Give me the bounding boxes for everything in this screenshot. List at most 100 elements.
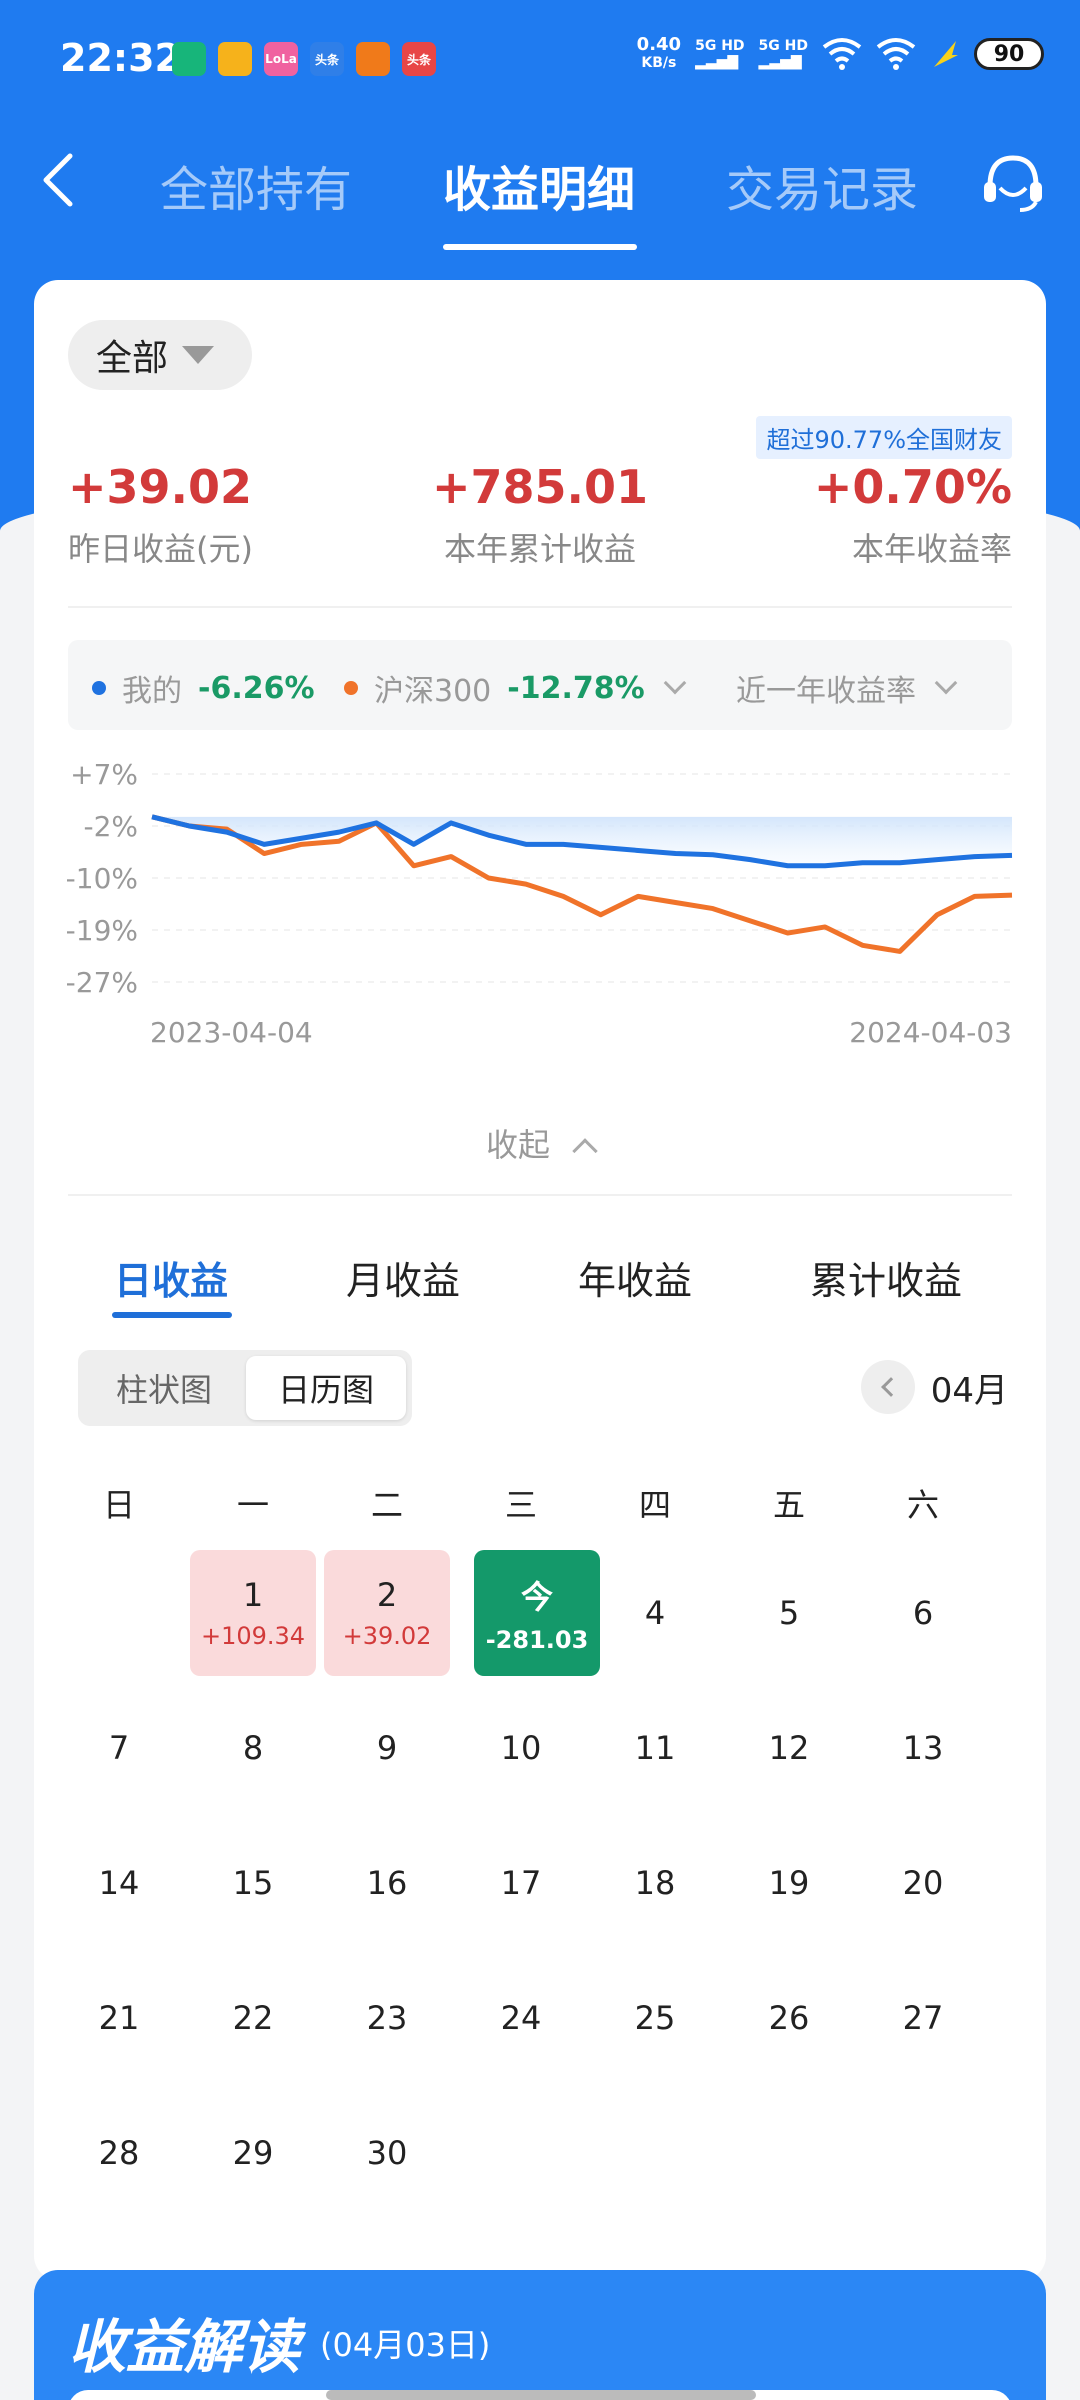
earnings-interpretation-panel: 收益解读 (04月03日): [34, 2270, 1046, 2400]
yesterday-earnings-value: +39.02: [68, 460, 253, 514]
calendar-view-option[interactable]: 日历图: [246, 1356, 406, 1420]
calendar-day[interactable]: 30: [324, 2090, 450, 2216]
calendar-day[interactable]: 14: [56, 1820, 182, 1946]
calendar-day[interactable]: 26: [726, 1955, 852, 2081]
dropdown-triangle-icon: [182, 346, 215, 364]
calendar-day-number: 12: [768, 1729, 810, 1767]
legend-mine-label: 我的: [122, 674, 182, 709]
calendar-day-number: 17: [500, 1864, 542, 1902]
calendar-day-pnl: +109.34: [200, 1622, 306, 1650]
holdings-filter-dropdown[interactable]: 全部: [68, 320, 252, 390]
calendar-day[interactable]: 11: [592, 1685, 718, 1811]
weekday-label: 四: [638, 1486, 671, 1524]
signal-2-bars: ▂▃▅▇: [758, 54, 802, 70]
calendar-day[interactable]: 16: [324, 1820, 450, 1946]
calendar-day[interactable]: 6: [860, 1550, 986, 1676]
customer-service-icon[interactable]: [978, 148, 1048, 218]
calendar-day[interactable]: 13: [860, 1685, 986, 1811]
yesterday-earnings: +39.02 昨日收益(元): [68, 460, 253, 570]
ytd-return-label: 本年收益率: [851, 530, 1012, 568]
chevron-down-icon: [934, 671, 958, 695]
calendar-day[interactable]: 24: [458, 1955, 584, 2081]
tab-all-holdings[interactable]: 全部持有: [160, 150, 352, 220]
calendar-day[interactable]: 28: [56, 2090, 182, 2216]
back-arrow-icon[interactable]: [36, 150, 86, 210]
calendar-day[interactable]: 22: [190, 1955, 316, 2081]
tab-yearly[interactable]: 年收益: [578, 1250, 692, 1305]
collapse-chart-button[interactable]: 收起: [34, 1120, 1046, 1166]
chevron-down-icon: [663, 671, 686, 695]
calendar-day-number: 24: [500, 1999, 542, 2037]
weekday-label: 五: [772, 1486, 805, 1524]
calendar-day[interactable]: 2 +39.02: [324, 1550, 450, 1676]
period-tab-indicator: [112, 1312, 232, 1318]
signal-1-icon: 5G HD ▂▃▅▇: [695, 38, 744, 70]
calendar-day[interactable]: 25: [592, 1955, 718, 2081]
calendar-day[interactable]: 21: [56, 1955, 182, 2081]
filter-label: 全部: [96, 338, 169, 379]
weekday-label: 三: [504, 1486, 537, 1524]
calendar-day[interactable]: 4: [592, 1550, 718, 1676]
calendar-day[interactable]: 29: [190, 2090, 316, 2216]
calendar-day-number: 23: [366, 1999, 408, 2037]
calendar-day[interactable]: 5: [726, 1550, 852, 1676]
calendar-day[interactable]: 1 +109.34: [190, 1550, 316, 1676]
emoji-app-icon: [218, 42, 252, 76]
tab-transactions[interactable]: 交易记录: [726, 150, 918, 220]
bar-view-option[interactable]: 柱状图: [84, 1356, 244, 1420]
interpretation-date: (04月03日): [320, 2326, 491, 2364]
calendar-day-number: 19: [768, 1864, 810, 1902]
calendar-day-pnl: +39.02: [342, 1622, 432, 1650]
tab-monthly[interactable]: 月收益: [346, 1250, 460, 1305]
legend-index-dot: [344, 681, 358, 695]
calendar-day[interactable]: 18: [592, 1820, 718, 1946]
calendar-day-number: 29: [232, 2134, 274, 2172]
weekday-label: 二: [370, 1486, 403, 1524]
range-selector[interactable]: 近一年收益率: [736, 666, 958, 710]
tab-daily[interactable]: 日收益: [114, 1250, 228, 1305]
calendar-day[interactable]: 9: [324, 1685, 450, 1811]
network-speed: 0.40 KB/s: [637, 36, 681, 72]
speed-unit: KB/s: [641, 55, 677, 71]
calendar-day-number: 28: [98, 2134, 140, 2172]
calendar-day[interactable]: 23: [324, 1955, 450, 2081]
charging-icon: [934, 41, 958, 67]
legend-mine: 我的 -6.26%: [92, 666, 315, 710]
home-indicator[interactable]: [326, 2390, 756, 2400]
ranking-badge: 超过90.77%全国财友: [756, 416, 1012, 459]
return-line-chart: +7% -2% -10% -19% -27% 2023-04-04 2024-04-03: [66, 758, 1013, 1049]
calendar-day[interactable]: 8: [190, 1685, 316, 1811]
calendar-day-number: 6: [912, 1594, 934, 1632]
prev-month-button[interactable]: [860, 1360, 915, 1414]
legend-index-label: 沪深300: [374, 674, 492, 709]
calendar-day[interactable]: 12: [726, 1685, 852, 1811]
calendar-day-number: 2: [376, 1576, 398, 1614]
tab-earnings-detail[interactable]: 收益明细: [443, 150, 635, 220]
month-label: 04月: [930, 1370, 1008, 1411]
legend-mine-value: -6.26%: [198, 670, 315, 706]
calendar-day[interactable]: 17: [458, 1820, 584, 1946]
y-tick-label: -27%: [66, 966, 138, 999]
legend-index-value: -12.78%: [507, 670, 645, 706]
calendar-day-number: 26: [768, 1999, 810, 2037]
calendar-day[interactable]: 15: [190, 1820, 316, 1946]
tab-cumulative[interactable]: 累计收益: [810, 1250, 962, 1305]
legend-index-selector[interactable]: 沪深300 -12.78%: [344, 666, 686, 710]
notification-icons: LoLa 头条 头条: [172, 42, 436, 76]
signal-2-label: 5G HD: [758, 38, 808, 54]
calendar-day[interactable]: 19: [726, 1820, 852, 1946]
calendar-day-number: 4: [644, 1594, 666, 1632]
signal-1-bars: ▂▃▅▇: [695, 54, 739, 70]
calendar-day[interactable]: 27: [860, 1955, 986, 2081]
y-tick-label: -19%: [66, 914, 138, 947]
calendar-day[interactable]: 20: [860, 1820, 986, 1946]
month-selector: 04月: [860, 1360, 1008, 1414]
calendar-day[interactable]: 今 -281.03: [474, 1550, 600, 1676]
calendar-day[interactable]: 7: [56, 1685, 182, 1811]
calendar-day[interactable]: 10: [458, 1685, 584, 1811]
chart-legend-bar: 我的 -6.26% 沪深300 -12.78% 近一年收益率: [68, 640, 1012, 730]
chevron-up-icon: [572, 1138, 598, 1164]
weekday-label: 日: [102, 1486, 135, 1524]
calendar-day-number: 9: [376, 1729, 398, 1767]
ytd-return-rate: +0.70% 本年收益率: [814, 460, 1012, 570]
